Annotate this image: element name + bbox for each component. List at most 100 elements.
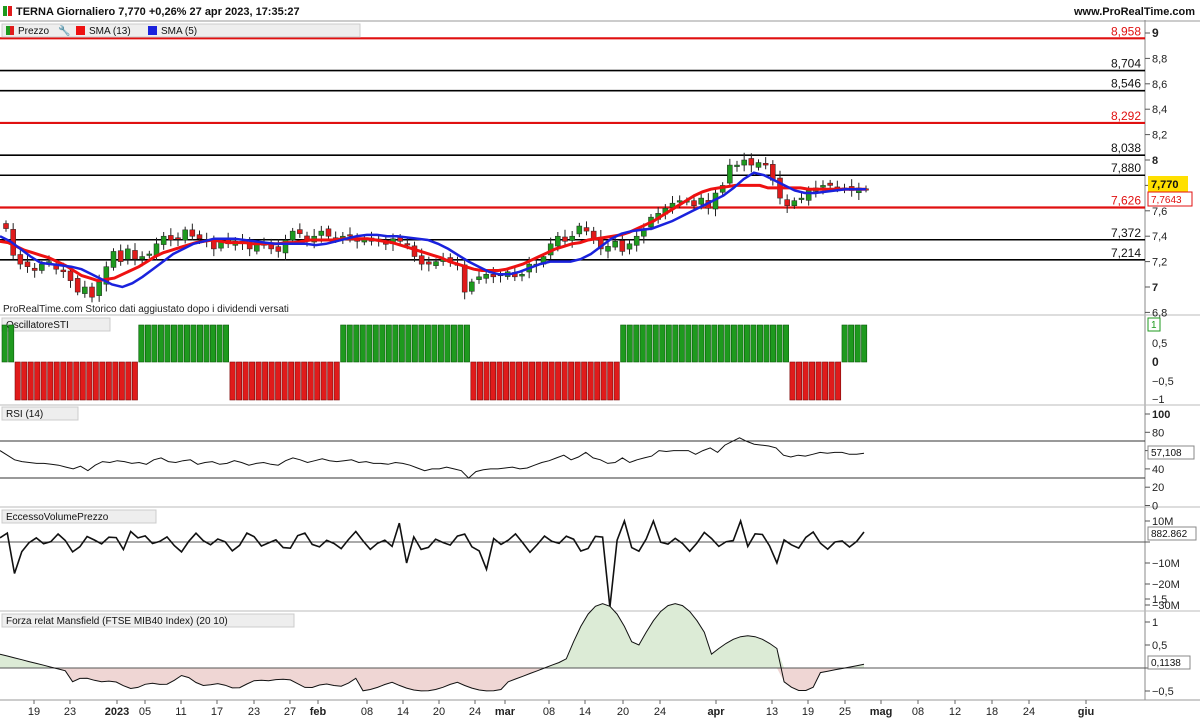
sti-bar xyxy=(450,324,457,363)
sti-bar xyxy=(854,324,861,363)
sti-bar xyxy=(861,324,868,363)
sti-bar xyxy=(203,324,210,363)
vol-last-value: 882.862 xyxy=(1151,529,1188,540)
sti-bar xyxy=(490,361,496,401)
sti-bar xyxy=(548,361,555,401)
sti-bar xyxy=(763,324,770,363)
candle-body xyxy=(318,230,325,236)
sti-bar xyxy=(398,324,405,363)
price-tick-label: 8,4 xyxy=(1152,104,1167,116)
sti-bar xyxy=(92,361,99,401)
candle-body xyxy=(168,235,174,241)
sti-bar xyxy=(646,324,653,363)
sti-bar xyxy=(848,324,855,363)
sti-bar xyxy=(431,324,438,363)
sti-bar xyxy=(691,324,698,363)
sti-bar xyxy=(1,324,8,363)
candle-body xyxy=(555,235,561,247)
sti-bar xyxy=(444,324,451,363)
candle-body xyxy=(784,199,790,206)
sti-bar xyxy=(783,324,789,363)
price-tick-label: 8,6 xyxy=(1152,79,1167,91)
x-tick-label: 13 xyxy=(766,706,778,718)
sti-bar xyxy=(743,324,750,363)
candle-body xyxy=(39,263,45,271)
x-tick-label: 05 xyxy=(139,706,151,718)
x-tick-label: 20 xyxy=(433,706,445,718)
sti-bar xyxy=(8,324,15,363)
level-label: 7,214 xyxy=(1111,246,1141,260)
sti-bar xyxy=(750,324,757,363)
sti-bar xyxy=(600,361,607,401)
sti-bar xyxy=(157,324,164,363)
sti-bar xyxy=(131,361,138,401)
wrench-icon[interactable]: 🔧 xyxy=(58,24,70,37)
candle-body xyxy=(275,246,282,252)
site-link[interactable]: www.ProRealTime.com xyxy=(1073,6,1195,18)
level-label: 7,880 xyxy=(1111,161,1141,175)
sti-bar xyxy=(424,324,431,363)
candlestick-icon xyxy=(10,26,14,35)
sti-bar xyxy=(151,324,158,363)
sti-bar xyxy=(776,324,783,363)
level-label: 8,958 xyxy=(1111,24,1141,38)
sti-bar xyxy=(607,361,614,401)
rsi-tick-label: 80 xyxy=(1152,427,1164,439)
sti-bar xyxy=(737,324,744,363)
sti-bar xyxy=(581,361,588,401)
candle-body xyxy=(110,251,117,268)
sti-bar xyxy=(47,361,54,401)
candle-body xyxy=(519,274,525,277)
candle-body xyxy=(569,235,575,241)
sti-bar xyxy=(587,361,594,401)
chart-canvas: TERNA Giornaliero 7,770 +0,26% 27 apr 20… xyxy=(0,0,1200,720)
x-tick-label: 08 xyxy=(912,706,924,718)
sti-bar xyxy=(464,324,470,363)
x-tick-label: apr xyxy=(707,706,725,718)
x-tick-label: 24 xyxy=(1023,706,1035,718)
sti-bar xyxy=(86,361,93,401)
candlestick-icon xyxy=(8,6,12,16)
candle-body xyxy=(490,274,497,278)
sti-bar xyxy=(503,361,509,401)
candle-body xyxy=(189,229,196,237)
sti-bar xyxy=(496,361,503,401)
sma5-swatch-icon xyxy=(148,26,157,35)
sti-bar xyxy=(190,324,197,363)
sti-bar xyxy=(457,324,464,363)
candle-body xyxy=(433,261,439,266)
sti-tick-label: −1 xyxy=(1152,394,1165,406)
sti-bar xyxy=(262,361,269,401)
sti-bar xyxy=(216,324,223,363)
level-label: 7,626 xyxy=(1111,193,1141,207)
sti-bar xyxy=(21,361,28,401)
price-tick-label: 8,8 xyxy=(1152,53,1167,65)
level-label: 8,546 xyxy=(1111,77,1141,91)
sti-bar xyxy=(665,324,672,363)
candle-body xyxy=(576,225,583,235)
sti-tick-label: −0,5 xyxy=(1152,376,1174,388)
sti-bar xyxy=(242,361,249,401)
sti-bar xyxy=(144,324,151,363)
sti-bar xyxy=(828,361,835,401)
x-tick-label: 12 xyxy=(949,706,961,718)
x-tick-label: 25 xyxy=(839,706,851,718)
vol-title: EccessoVolumePrezzo xyxy=(6,512,109,523)
sti-bar xyxy=(333,361,340,401)
candle-body xyxy=(820,185,826,188)
sti-bar xyxy=(796,361,802,401)
sti-bar xyxy=(138,324,145,363)
candle-body xyxy=(476,276,482,280)
mansfield-last-value: 0,1138 xyxy=(1151,658,1181,669)
sti-bar xyxy=(613,361,620,401)
sti-bar xyxy=(802,361,809,401)
sti-bar xyxy=(574,361,581,401)
sti-tick-label: 0 xyxy=(1152,355,1159,369)
x-tick-label: 20 xyxy=(617,706,629,718)
sti-last-value: 1 xyxy=(1151,320,1157,331)
sti-bar xyxy=(626,324,633,363)
candle-body xyxy=(67,270,74,281)
sti-bar xyxy=(437,324,444,363)
x-tick-label: 27 xyxy=(284,706,296,718)
price-legend: Prezzo 🔧 SMA (13) SMA (5) xyxy=(1,23,361,38)
